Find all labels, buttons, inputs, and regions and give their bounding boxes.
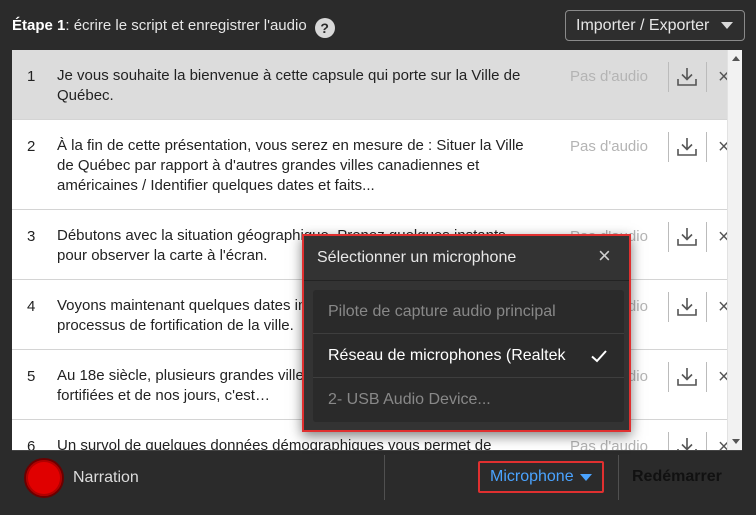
row-text[interactable]: Un survol de quelques données démographi… [57,436,537,450]
scroll-down-icon[interactable] [732,439,740,444]
microphone-option[interactable]: Pilote de capture audio principal [313,290,624,334]
row-number: 6 [27,438,36,450]
audio-status: Pas d'audio [570,68,648,85]
divider [706,132,707,162]
download-icon[interactable] [676,66,698,88]
step-header: Étape 1: écrire le script et enregistrer… [0,0,756,50]
microphone-option-selected[interactable]: Réseau de microphones (Realtek [313,334,624,378]
script-row[interactable]: 2 À la fin de cette présentation, vous s… [12,120,742,210]
microphone-option-label: Réseau de microphones (Realtek [328,347,566,364]
popup-title: Sélectionner un microphone [317,249,517,266]
divider [384,455,385,500]
divider [668,62,669,92]
divider [668,222,669,252]
divider [668,132,669,162]
row-text[interactable]: Je vous souhaite la bienvenue à cette ca… [57,66,537,106]
scrollbar[interactable] [727,50,742,450]
divider [618,455,619,500]
row-number: 4 [27,298,36,315]
microphone-list: Pilote de capture audio principal Réseau… [313,290,624,422]
row-number: 3 [27,228,36,245]
row-text[interactable]: À la fin de cette présentation, vous ser… [57,136,537,196]
row-number: 1 [27,68,36,85]
download-icon[interactable] [676,366,698,388]
step-text: : écrire le script et enregistrer l'audi… [65,17,307,34]
import-export-label: Importer / Exporter [576,16,710,34]
import-export-button[interactable]: Importer / Exporter [565,10,745,41]
download-icon[interactable] [676,136,698,158]
download-icon[interactable] [676,226,698,248]
divider [668,362,669,392]
divider [668,432,669,450]
step-title: Étape 1: écrire le script et enregistrer… [12,17,335,38]
divider [706,222,707,252]
restart-button[interactable]: Redémarrer [632,468,722,486]
divider [706,292,707,322]
divider [706,432,707,450]
recording-bar: Narration Microphone Redémarrer [12,450,742,503]
download-icon[interactable] [676,296,698,318]
microphone-option-label: Pilote de capture audio principal [328,303,556,320]
close-icon[interactable]: × [598,245,611,267]
scroll-up-icon[interactable] [732,56,740,61]
help-icon[interactable]: ? [314,18,335,38]
divider [706,362,707,392]
microphone-label: Microphone [490,468,574,485]
microphone-option[interactable]: 2- USB Audio Device... [313,378,624,422]
caret-down-icon [579,473,592,481]
checkmark-icon [591,350,607,363]
microphone-selector-popup: Sélectionner un microphone × Pilote de c… [302,234,631,432]
download-icon[interactable] [676,436,698,450]
audio-status: Pas d'audio [570,438,648,450]
narration-label: Narration [73,469,139,486]
audio-status: Pas d'audio [570,138,648,155]
row-number: 5 [27,368,36,385]
chevron-down-icon [721,22,734,29]
divider [304,280,629,281]
microphone-button[interactable]: Microphone [478,461,604,493]
row-number: 2 [27,138,36,155]
microphone-option-label: 2- USB Audio Device... [328,391,491,408]
divider [706,62,707,92]
record-button[interactable] [24,458,64,498]
divider [668,292,669,322]
script-row[interactable]: 1 Je vous souhaite la bienvenue à cette … [12,50,742,120]
step-label: Étape 1 [12,17,66,34]
